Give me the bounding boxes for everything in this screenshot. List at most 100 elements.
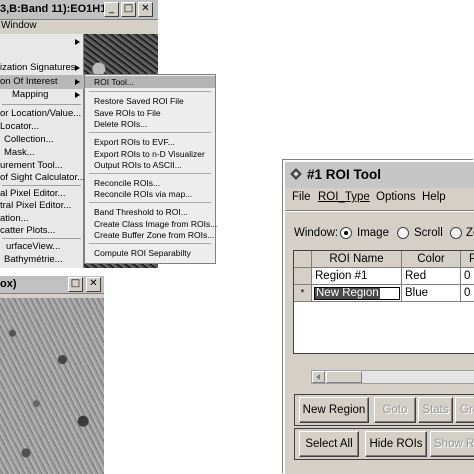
menu-item-cursor-location[interactable]: or Location/Value... <box>0 107 84 121</box>
menu-file[interactable]: File <box>292 191 311 203</box>
show-rois-button[interactable]: Show ROIs <box>430 431 474 457</box>
roi-submenu: ROI Tool... Restore Saved ROI File Save … <box>84 74 217 264</box>
submenu-arrow-icon <box>75 92 80 98</box>
close-button[interactable]: ✕ <box>138 2 153 17</box>
submenu-item-band-threshold[interactable]: Band Threshold to ROI... <box>85 206 215 218</box>
minimize-button[interactable]: _ <box>104 2 119 17</box>
row-marker: * <box>294 285 312 302</box>
menu-options[interactable]: Options <box>376 191 416 203</box>
roi-tool-menubar: File ROI_Type Options Help <box>285 188 474 208</box>
submenu-item-separability[interactable]: Compute ROI Separabilty <box>85 247 215 259</box>
cell-color[interactable]: Blue <box>402 285 461 302</box>
column-header-pixels[interactable]: P <box>461 251 474 268</box>
submenu-item-delete-rois[interactable]: Delete ROIs... <box>85 118 215 130</box>
menu-item-scatter-plots[interactable]: catter Plots... <box>0 224 84 238</box>
maximize-button[interactable]: □ <box>68 277 83 292</box>
menu-item-0[interactable] <box>0 35 84 49</box>
menu-item-label: urement Tool... <box>0 160 63 171</box>
menu-item-label: Collection... <box>4 134 54 145</box>
stats-button[interactable]: Stats <box>418 397 453 423</box>
menu-separator <box>89 91 211 92</box>
radio-image[interactable] <box>340 227 352 239</box>
submenu-item-reconcile-map[interactable]: Reconcile ROIs via map... <box>85 188 215 200</box>
roi-table: ROI Name Color P Region #1 Red 0 * New R… <box>293 250 474 354</box>
hide-rois-button[interactable]: Hide ROIs <box>365 431 427 457</box>
table-corner <box>294 251 312 268</box>
radio-image-label[interactable]: Image <box>357 227 389 239</box>
envi-titlebar[interactable]: 3,B:Band 11):EO1H1... _ □ ✕ <box>0 0 158 20</box>
menu-item-label: on Of Interest <box>0 76 58 87</box>
menu-item-label: or Location/Value... <box>0 108 82 119</box>
column-header-roi-name[interactable]: ROI Name <box>312 251 402 268</box>
window-label: Window: <box>294 227 339 239</box>
horizontal-scrollbar[interactable] <box>311 370 474 384</box>
cell-color[interactable]: Red <box>402 268 461 285</box>
menu-separator <box>89 243 211 244</box>
menu-item-label: al Pixel Editor... <box>0 188 66 199</box>
roi-tool-title: #1 ROI Tool <box>307 167 382 182</box>
submenu-item-roi-tool[interactable]: ROI Tool... <box>85 76 215 88</box>
menu-item-label: Mask... <box>4 147 35 158</box>
menu-item-surfaceview[interactable]: urfaceView... <box>0 240 84 254</box>
envi-window-title: 3,B:Band 11):EO1H1... <box>0 3 116 15</box>
menu-item-bathymetrie[interactable]: Bathymétrie... <box>0 253 84 267</box>
zoom-titlebar[interactable]: ox) □ ✕ <box>0 276 104 294</box>
row-marker <box>294 268 312 285</box>
select-all-button[interactable]: Select All <box>299 431 359 457</box>
cell-roi-name[interactable]: Region #1 <box>312 268 402 285</box>
zoom-window-title: ox) <box>0 278 17 290</box>
radio-scroll-label[interactable]: Scroll <box>414 227 443 239</box>
menu-separator <box>2 185 81 186</box>
envi-menubar: Window <box>0 20 158 34</box>
menu-separator <box>89 202 211 203</box>
menu-item-pixel-locator[interactable]: Locator... <box>0 120 84 134</box>
maximize-button[interactable]: □ <box>121 2 136 17</box>
tools-menu: ization Signatures on Of Interest Mappin… <box>0 34 86 268</box>
menu-item-collection[interactable]: Collection... <box>0 133 84 147</box>
roi-tool-titlebar[interactable]: #1 ROI Tool <box>285 162 474 188</box>
submenu-item-buffer-zone[interactable]: Create Buffer Zone from ROIs... <box>85 229 215 241</box>
cell-pixels: 0 <box>461 268 474 285</box>
radio-zoom-label[interactable]: Ze <box>466 227 474 239</box>
cell-roi-name-editing[interactable]: New Region <box>312 285 402 302</box>
menu-item-region-of-interest[interactable]: on Of Interest <box>0 75 84 89</box>
menu-item-label: Mapping <box>12 89 49 100</box>
submenu-arrow-icon <box>75 65 80 71</box>
scroll-left-arrow-icon[interactable] <box>312 371 325 383</box>
menu-item-label: ization Signatures <box>0 62 76 73</box>
menu-item-label: Bathymétrie... <box>4 254 63 265</box>
menu-roi-type[interactable]: ROI_Type <box>318 191 370 203</box>
grow-button[interactable]: Gro <box>455 397 474 423</box>
menu-separator <box>2 238 81 239</box>
submenu-arrow-icon <box>75 79 80 85</box>
close-button[interactable]: ✕ <box>86 277 101 292</box>
selected-text: New Region <box>315 287 380 299</box>
submenu-item-output-ascii[interactable]: Output ROIs to ASCII... <box>85 159 215 171</box>
zoom-window: ox) □ ✕ <box>0 276 104 474</box>
column-header-color[interactable]: Color <box>402 251 461 268</box>
menu-separator <box>2 104 81 105</box>
zoomed-grayscale-image[interactable] <box>0 298 104 474</box>
submenu-arrow-icon <box>75 39 80 45</box>
radio-scroll[interactable] <box>397 227 409 239</box>
new-region-button[interactable]: New Region <box>299 397 369 423</box>
menu-item-mask[interactable]: Mask... <box>0 146 84 160</box>
menu-help[interactable]: Help <box>422 191 446 203</box>
roi-tool-window: #1 ROI Tool File ROI_Type Options Help W… <box>283 160 474 474</box>
menu-item-label: Locator... <box>0 121 40 132</box>
submenu-item-restore-roi[interactable]: Restore Saved ROI File <box>85 95 215 107</box>
menu-item-label: of Sight Calculator... <box>0 172 86 183</box>
menu-item-mapping[interactable]: Mapping <box>0 88 84 102</box>
submenu-item-export-evf[interactable]: Export ROIs to EVF... <box>85 136 215 148</box>
goto-button[interactable]: Goto <box>374 397 416 423</box>
menu-item-line-of-sight[interactable]: of Sight Calculator... <box>0 171 86 185</box>
menu-window[interactable]: Window <box>1 20 37 31</box>
radio-zoom[interactable] <box>450 227 462 239</box>
cell-pixels: 0 <box>461 285 474 302</box>
menu-separator <box>89 173 211 174</box>
envi-app-icon <box>290 168 302 180</box>
menu-item-spectral-pixel-editor[interactable]: tral Pixel Editor... <box>0 199 84 213</box>
scrollbar-thumb[interactable] <box>326 371 362 383</box>
menu-item-label: tral Pixel Editor... <box>0 200 72 211</box>
menu-item-visualization-signatures[interactable]: ization Signatures <box>0 61 84 75</box>
